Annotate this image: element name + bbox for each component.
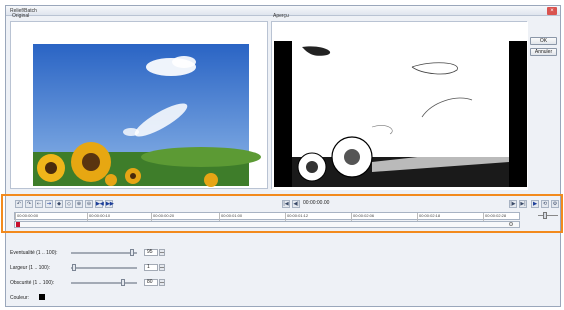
first-frame-icon[interactable]: |◀ (282, 200, 290, 208)
ruler-tick-line (15, 213, 16, 221)
ruler-tick-line (219, 213, 220, 221)
undo-icon[interactable]: ↶ (15, 200, 23, 208)
redo-icon[interactable]: ↷ (25, 200, 33, 208)
fit-icon[interactable]: ▶◀ (95, 200, 104, 208)
preview-image (272, 22, 528, 190)
original-panel (10, 21, 268, 189)
ruler-tick-line (483, 213, 484, 221)
ruler-tick-line (151, 213, 152, 221)
eventuality-label: Eventualité (1 .. 100): (10, 250, 58, 256)
ruler-tick-6: 00:00:02:18 (419, 213, 441, 218)
eventuality-input[interactable]: 95 (144, 249, 158, 256)
ruler-tick-line (285, 213, 286, 221)
color-swatch[interactable] (39, 294, 45, 300)
width-slider-knob[interactable] (71, 264, 76, 271)
darkness-slider-knob[interactable] (120, 279, 125, 286)
ruler-tick-0: 00:00:00:00 (17, 213, 39, 218)
zoom-in-icon[interactable]: ⊕ (75, 200, 83, 208)
forward-icon[interactable]: ▶▶ (105, 200, 114, 208)
zoom-out-icon[interactable]: ⊖ (85, 200, 93, 208)
next-frame-icon[interactable]: |▶ (509, 200, 517, 208)
width-label: Largeur (1 .. 100): (10, 265, 51, 271)
ruler-tick-5: 00:00:02:06 (353, 213, 375, 218)
eventuality-slider-knob[interactable] (129, 249, 134, 256)
ruler-tick-7: 00:00:02:28 (485, 213, 507, 218)
preview-panel (271, 21, 528, 190)
close-button[interactable]: × (547, 7, 557, 15)
add-keyframe-icon[interactable]: ◆ (55, 200, 63, 208)
settings-icon[interactable]: ⚙ (551, 200, 559, 208)
play-icon[interactable]: ▶ (531, 200, 539, 208)
eventuality-spinner[interactable] (159, 249, 165, 256)
timecode-display: 00:00:00.00 (303, 200, 330, 206)
darkness-input[interactable]: 80 (144, 279, 158, 286)
cancel-button[interactable]: Annuler (530, 48, 557, 56)
time-ruler[interactable]: 00:00:00:00 00:00:00:10 00:00:00:20 00:0… (14, 212, 520, 221)
move-right-icon[interactable]: ⇢ (45, 200, 53, 208)
eventuality-slider-track[interactable] (71, 252, 137, 254)
width-input[interactable]: 1 (144, 264, 158, 271)
original-label: Original (12, 13, 30, 19)
ruler-tick-2: 00:00:00:20 (153, 213, 175, 218)
darkness-slider-track[interactable] (71, 282, 137, 284)
ruler-tick-3: 00:00:01:00 (221, 213, 243, 218)
last-frame-icon[interactable]: ▶| (519, 200, 527, 208)
prev-frame-icon[interactable]: ◀| (292, 200, 300, 208)
width-slider-track[interactable] (71, 267, 137, 269)
ruler-tick-4: 00:00:01:12 (287, 213, 309, 218)
ruler-tick-line (417, 213, 418, 221)
original-image (33, 44, 261, 187)
ruler-tick-1: 00:00:00:10 (89, 213, 111, 218)
keyframe-end-marker[interactable] (509, 222, 513, 226)
loop-icon[interactable]: ⟲ (541, 200, 549, 208)
darkness-label: Obscurité (1 .. 100): (10, 280, 55, 286)
zoom-slider-knob[interactable] (543, 212, 547, 219)
move-left-icon[interactable]: ⇠ (35, 200, 43, 208)
ruler-tick-line (351, 213, 352, 221)
width-spinner[interactable] (159, 264, 165, 271)
color-label: Couleur: (10, 295, 29, 301)
zoom-slider-track[interactable] (538, 215, 558, 216)
ruler-tick-line (87, 213, 88, 221)
darkness-spinner[interactable] (159, 279, 165, 286)
ok-button[interactable]: OK (530, 37, 557, 45)
keyframe-marker[interactable] (16, 222, 20, 227)
keyframe-track[interactable] (14, 221, 520, 228)
preview-label: Aperçu (273, 13, 289, 19)
remove-keyframe-icon[interactable]: ◇ (65, 200, 73, 208)
